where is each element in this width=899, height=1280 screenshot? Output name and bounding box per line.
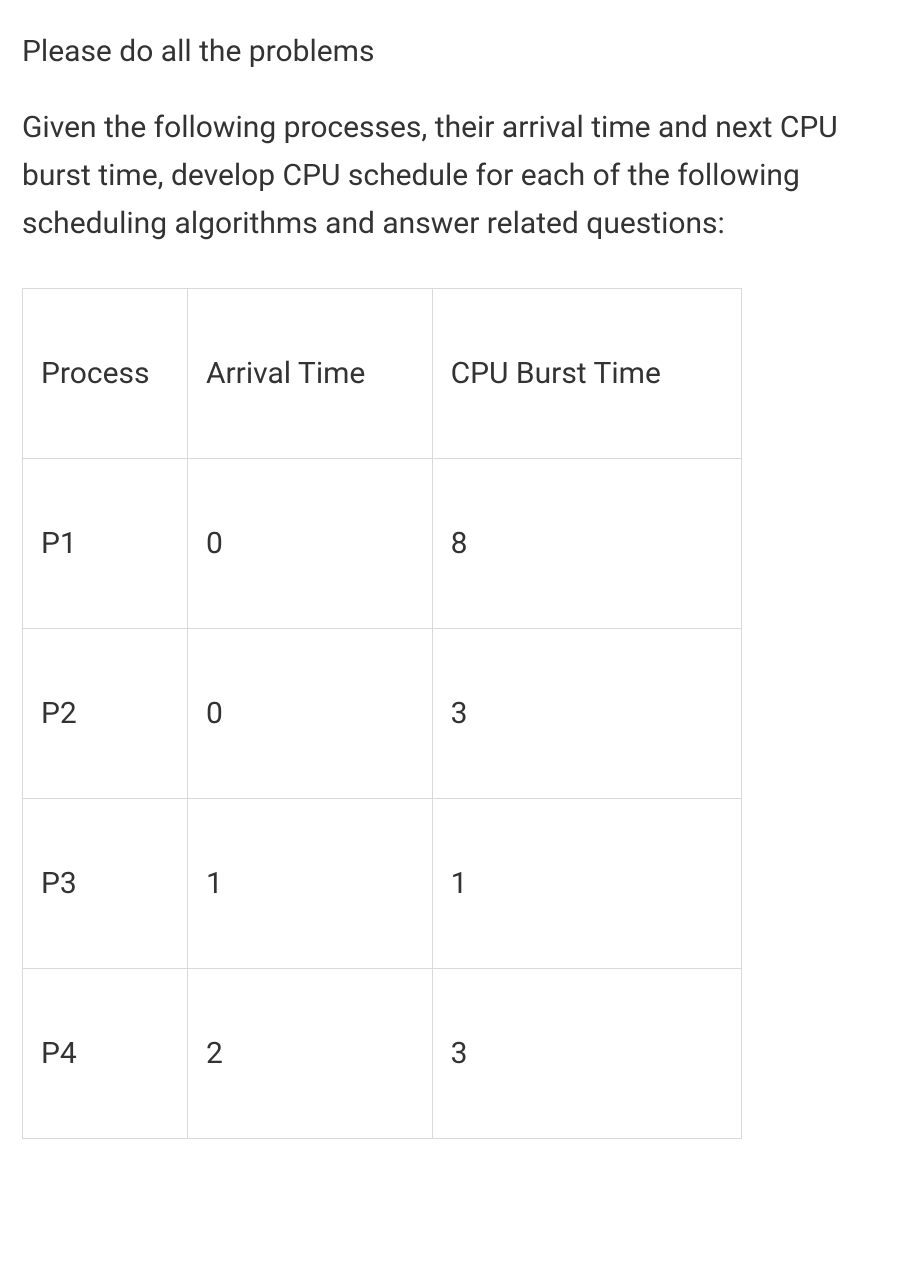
- cell-burst: 8: [432, 459, 741, 629]
- header-burst: CPU Burst Time: [432, 289, 741, 459]
- header-process: Process: [23, 289, 188, 459]
- cell-burst: 1: [432, 799, 741, 969]
- process-table: Process Arrival Time CPU Burst Time P1 0…: [22, 288, 742, 1139]
- table-row: P2 0 3: [23, 629, 742, 799]
- table-row: P4 2 3: [23, 969, 742, 1139]
- cell-arrival: 0: [187, 629, 432, 799]
- cell-process: P2: [23, 629, 188, 799]
- cell-process: P4: [23, 969, 188, 1139]
- header-arrival: Arrival Time: [187, 289, 432, 459]
- table-row: P1 0 8: [23, 459, 742, 629]
- cell-arrival: 2: [187, 969, 432, 1139]
- cell-process: P1: [23, 459, 188, 629]
- cell-burst: 3: [432, 969, 741, 1139]
- intro-text: Please do all the problems: [22, 28, 877, 76]
- cell-arrival: 0: [187, 459, 432, 629]
- cell-process: P3: [23, 799, 188, 969]
- cell-burst: 3: [432, 629, 741, 799]
- table-row: P3 1 1: [23, 799, 742, 969]
- table-header-row: Process Arrival Time CPU Burst Time: [23, 289, 742, 459]
- description-text: Given the following processes, their arr…: [22, 104, 877, 248]
- cell-arrival: 1: [187, 799, 432, 969]
